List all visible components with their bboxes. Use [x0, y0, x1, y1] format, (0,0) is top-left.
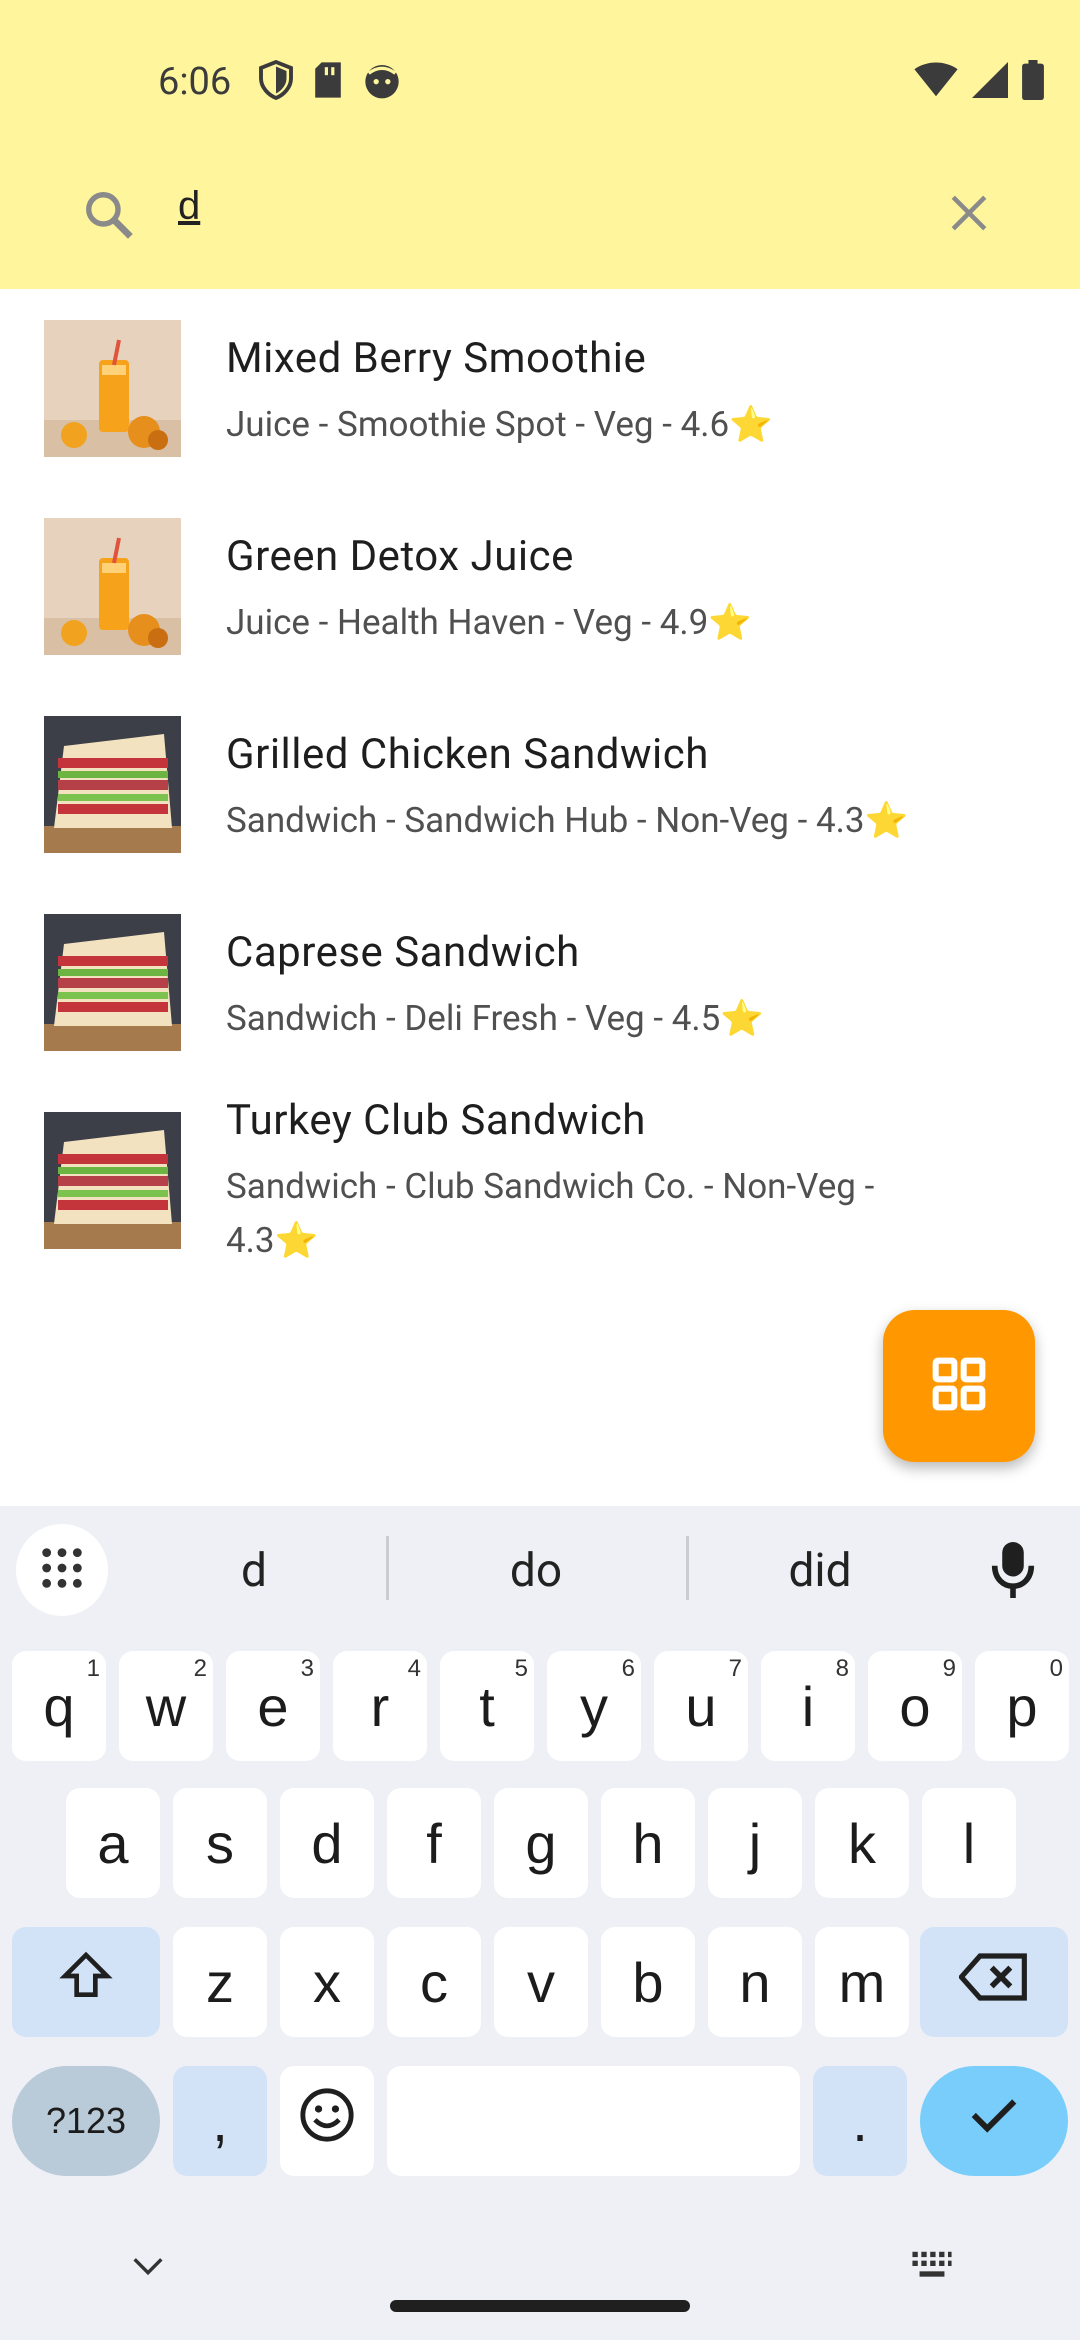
space-key[interactable] [387, 2066, 800, 2176]
sandwich-thumbnail [44, 1112, 181, 1249]
list-item[interactable]: Grilled Chicken Sandwich Sandwich - Sand… [0, 686, 1080, 884]
microphone-icon[interactable] [990, 1542, 1036, 1602]
shield-icon [258, 59, 294, 104]
backspace-icon [957, 1950, 1029, 2015]
face-icon [362, 60, 402, 104]
status-time: 6:06 [158, 60, 232, 104]
star-icon: ⭐ [729, 404, 773, 445]
key-z[interactable]: z [173, 1927, 267, 2037]
key-e[interactable]: e3 [226, 1651, 320, 1761]
comma-key[interactable]: , [173, 2066, 267, 2176]
key-u[interactable]: u7 [654, 1651, 748, 1761]
shift-icon [58, 1948, 114, 2017]
list-item[interactable]: Green Detox Juice Juice - Health Haven -… [0, 488, 1080, 686]
suggestion-2[interactable]: do [436, 1544, 636, 1598]
divider [386, 1536, 389, 1600]
wifi-icon [914, 62, 958, 102]
juice-thumbnail [44, 320, 181, 457]
key-x[interactable]: x [280, 1927, 374, 2037]
star-icon: ⭐ [708, 602, 752, 643]
search-bar [0, 170, 1080, 260]
star-icon: ⭐ [864, 800, 909, 841]
keyboard-icon[interactable] [910, 2250, 954, 2286]
item-title: Green Detox Juice [226, 532, 574, 581]
emoji-key[interactable] [280, 2066, 374, 2176]
enter-key[interactable] [920, 2066, 1068, 2176]
item-title: Mixed Berry Smoothie [226, 334, 647, 383]
key-n[interactable]: n [708, 1927, 802, 2037]
key-v[interactable]: v [494, 1927, 588, 2037]
sandwich-thumbnail [44, 914, 181, 1051]
key-k[interactable]: k [815, 1788, 909, 1898]
search-icon[interactable] [82, 188, 136, 246]
key-y[interactable]: y6 [547, 1651, 641, 1761]
key-q[interactable]: q1 [12, 1651, 106, 1761]
key-a[interactable]: a [66, 1788, 160, 1898]
key-m[interactable]: m [815, 1927, 909, 2037]
home-indicator[interactable] [390, 2300, 690, 2312]
suggestion-strip: d do did [0, 1506, 1080, 1631]
key-i[interactable]: i8 [761, 1651, 855, 1761]
sd-card-icon [312, 60, 344, 104]
key-h[interactable]: h [601, 1788, 695, 1898]
key-f[interactable]: f [387, 1788, 481, 1898]
close-icon[interactable] [948, 192, 990, 238]
key-o[interactable]: o9 [868, 1651, 962, 1761]
key-b[interactable]: b [601, 1927, 695, 2037]
key-t[interactable]: t5 [440, 1651, 534, 1761]
results-list: Mixed Berry Smoothie Juice - Smoothie Sp… [0, 290, 1080, 1322]
list-item[interactable]: Mixed Berry Smoothie Juice - Smoothie Sp… [0, 290, 1080, 488]
key-p[interactable]: p0 [975, 1651, 1069, 1761]
suggestion-1[interactable]: d [154, 1544, 354, 1598]
key-g[interactable]: g [494, 1788, 588, 1898]
soft-keyboard: d do did q1 w2 e3 r4 t5 y6 u7 i8 o9 p0 a… [0, 1506, 1080, 2340]
symbols-key[interactable]: ?123 [12, 2066, 160, 2176]
backspace-key[interactable] [920, 1927, 1068, 2037]
key-c[interactable]: c [387, 1927, 481, 2037]
grid-icon [931, 1356, 987, 1416]
item-title: Grilled Chicken Sandwich [226, 730, 709, 779]
key-w[interactable]: w2 [119, 1651, 213, 1761]
juice-thumbnail [44, 518, 181, 655]
battery-icon [1022, 60, 1044, 104]
apps-grid-icon [39, 1545, 85, 1595]
star-icon: ⭐ [720, 998, 764, 1039]
suggestion-3[interactable]: did [720, 1544, 920, 1598]
divider [686, 1536, 689, 1600]
item-details: Sandwich - Sandwich Hub - Non-Veg - 4.3⭐ [226, 800, 909, 841]
key-j[interactable]: j [708, 1788, 802, 1898]
star-icon: ⭐ [274, 1220, 319, 1261]
period-key[interactable]: . [813, 2066, 907, 2176]
item-details: Juice - Health Haven - Veg - 4.9⭐ [226, 602, 752, 643]
grid-view-button[interactable] [883, 1310, 1035, 1462]
key-s[interactable]: s [173, 1788, 267, 1898]
key-r[interactable]: r4 [333, 1651, 427, 1761]
item-details: Sandwich - Club Sandwich Co. - Non-Veg -… [226, 1166, 875, 1261]
key-l[interactable]: l [922, 1788, 1016, 1898]
check-icon [967, 2088, 1021, 2155]
shift-key[interactable] [12, 1927, 160, 2037]
emoji-icon [298, 2086, 356, 2157]
keyboard-menu-button[interactable] [16, 1524, 108, 1616]
item-details: Juice - Smoothie Spot - Veg - 4.6⭐ [226, 404, 773, 445]
chevron-down-icon[interactable] [132, 2256, 164, 2280]
search-input[interactable] [176, 170, 780, 242]
list-item[interactable]: Caprese Sandwich Sandwich - Deli Fresh -… [0, 884, 1080, 1082]
item-title: Caprese Sandwich [226, 928, 580, 977]
key-d[interactable]: d [280, 1788, 374, 1898]
sandwich-thumbnail [44, 716, 181, 853]
item-details: Sandwich - Deli Fresh - Veg - 4.5⭐ [226, 998, 764, 1039]
cell-signal-icon [972, 62, 1008, 102]
list-item[interactable]: Turkey Club Sandwich Sandwich - Club San… [0, 1082, 1080, 1322]
search-app-bar: 6:06 [0, 0, 1080, 289]
item-title: Turkey Club Sandwich [226, 1096, 646, 1145]
